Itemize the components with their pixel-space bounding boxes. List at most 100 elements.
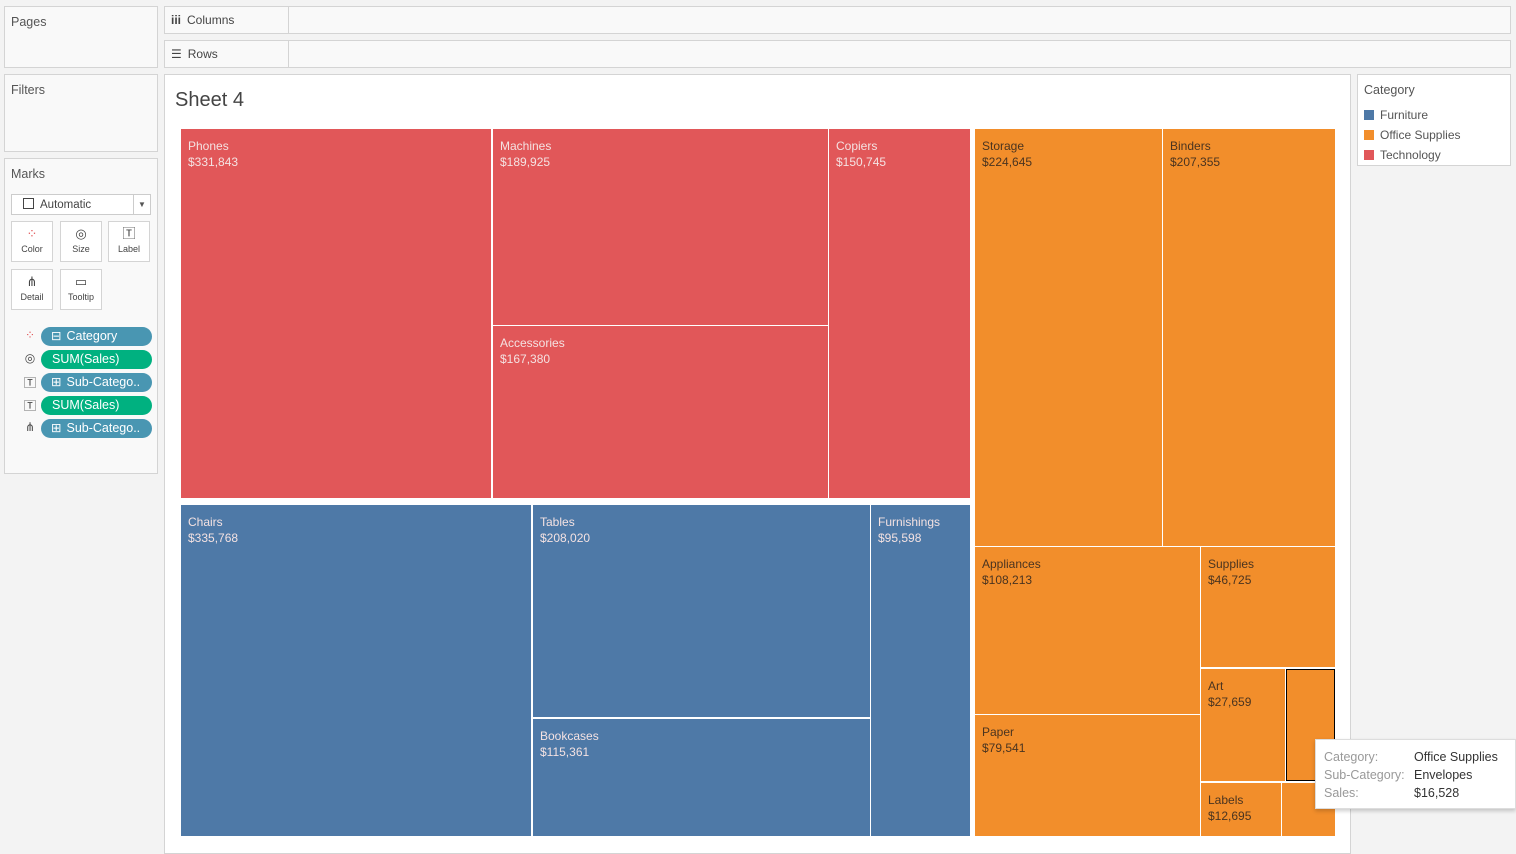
legend-label: Furniture <box>1380 108 1429 122</box>
tile-value: $335,768 <box>188 531 239 545</box>
filters-card[interactable]: Filters <box>4 74 158 152</box>
tooltip-label: Tooltip <box>67 292 94 302</box>
tooltip-value: Office Supplies <box>1414 750 1498 764</box>
pages-title: Pages <box>11 15 47 29</box>
pill-label: Sub-Catego.. <box>66 421 141 435</box>
tile-name: Machines <box>500 139 552 153</box>
treemap-tile[interactable]: Appliances $108,213 <box>975 547 1200 714</box>
tooltip-row: Category: Office Supplies <box>1324 748 1515 766</box>
tile-value: $12,695 <box>1208 809 1252 823</box>
tile-value: $207,355 <box>1170 155 1221 169</box>
legend-item[interactable]: Technology <box>1364 145 1441 165</box>
treemap-tile[interactable]: Bookcases $115,361 <box>533 719 870 836</box>
tile-name: Binders <box>1170 139 1211 153</box>
legend-item[interactable]: Furniture <box>1364 105 1428 125</box>
treemap-tile[interactable]: Accessories $167,380 <box>493 326 828 498</box>
tooltip-icon: ▭ <box>74 274 88 289</box>
tile-value: $189,925 <box>500 155 551 169</box>
treemap-tile[interactable]: Copiers $150,745 <box>829 129 970 498</box>
tile-value: $167,380 <box>500 352 551 366</box>
legend-swatch <box>1364 130 1374 140</box>
treemap-tile[interactable]: Labels $12,695 <box>1201 783 1281 836</box>
tile-value: $79,541 <box>982 741 1026 755</box>
columns-shelf[interactable]: iii Columns <box>164 6 1511 34</box>
pill-label: SUM(Sales) <box>52 398 120 412</box>
tile-value: $95,598 <box>878 531 922 545</box>
tooltip-key: Sales: <box>1324 786 1359 800</box>
treemap-tile[interactable]: Furnishings $95,598 <box>871 505 970 836</box>
size-button[interactable]: ◎ Size <box>60 221 102 262</box>
square-icon <box>23 198 34 209</box>
size-icon: ◎ <box>24 351 36 365</box>
field-pill[interactable]: ⊞ Sub-Catego.. <box>41 373 152 392</box>
treemap-tile[interactable]: Phones $331,843 <box>181 129 491 498</box>
tile-value: $208,020 <box>540 531 591 545</box>
label-icon: 🅃 <box>23 376 36 390</box>
tooltip: Category: Office Supplies Sub-Category: Env… <box>1315 739 1516 809</box>
detail-button[interactable]: ⋔ Detail <box>11 269 53 310</box>
detail-label: Detail <box>20 292 44 302</box>
tile-value: $27,659 <box>1208 695 1252 709</box>
rows-shelf[interactable]: ☰ Rows <box>164 40 1511 68</box>
legend-swatch <box>1364 150 1374 160</box>
legend-label: Office Supplies <box>1380 128 1461 142</box>
collapse-icon: ⊟ <box>51 329 62 343</box>
tooltip-key: Category: <box>1324 750 1379 764</box>
tile-name: Art <box>1208 679 1224 693</box>
pages-card: Pages <box>4 6 158 68</box>
treemap-tile[interactable]: Binders $207,355 <box>1163 129 1335 546</box>
tile-value: $150,745 <box>836 155 887 169</box>
treemap-tile[interactable]: Supplies $46,725 <box>1201 547 1335 667</box>
tile-name: Supplies <box>1208 557 1255 571</box>
tile-name: Labels <box>1208 793 1244 807</box>
label-button[interactable]: 🅃 Label <box>108 221 150 262</box>
color-legend: Category Furniture Office Supplies Technol… <box>1357 74 1511 166</box>
field-pill[interactable]: SUM(Sales) <box>41 350 152 369</box>
treemap-tile[interactable]: Tables $208,020 <box>533 505 870 717</box>
tile-name: Tables <box>540 515 575 529</box>
tile-name: Furnishings <box>878 515 941 529</box>
pill-label: Sub-Catego.. <box>66 375 141 389</box>
color-button[interactable]: ⁘ Color <box>11 221 53 262</box>
color-icon: ⁘ <box>24 328 36 342</box>
tile-name: Chairs <box>188 515 223 529</box>
size-label: Size <box>72 244 90 254</box>
mark-type-value: Automatic <box>40 199 92 211</box>
legend-item[interactable]: Office Supplies <box>1364 125 1461 145</box>
treemap-tile[interactable]: Machines $189,925 <box>493 129 828 325</box>
marks-title: Marks <box>11 167 46 181</box>
tile-name: Storage <box>982 139 1025 153</box>
chevron-down-icon: ▼ <box>133 195 150 214</box>
detail-icon: ⋔ <box>24 420 36 434</box>
size-icon: ◎ <box>75 226 87 241</box>
label-label: Label <box>117 244 141 254</box>
pill-label: SUM(Sales) <box>52 352 120 366</box>
filters-title: Filters <box>11 83 46 97</box>
tooltip-value: Envelopes <box>1414 768 1473 782</box>
tile-name: Phones <box>188 139 229 153</box>
columns-icon: iii <box>171 13 182 27</box>
tooltip-row: Sub-Category: Envelopes <box>1324 766 1515 784</box>
pill-label: Category <box>66 329 118 343</box>
treemap-tile[interactable]: Chairs $335,768 <box>181 505 531 836</box>
treemap-tile[interactable]: Art $27,659 <box>1201 669 1285 781</box>
legend-title: Category <box>1364 83 1415 97</box>
tile-name: Bookcases <box>540 729 599 743</box>
treemap-tile[interactable]: Storage $224,645 <box>975 129 1162 546</box>
legend-swatch <box>1364 110 1374 120</box>
marks-card: Marks Automatic ▼ ⁘ Color ◎ Size 🅃 Label ⋔ D… <box>4 158 158 474</box>
field-pill[interactable]: ⊟ Category <box>41 327 152 346</box>
tile-value: $331,843 <box>188 155 239 169</box>
treemap-tile[interactable]: Paper $79,541 <box>975 715 1200 836</box>
tile-value: $224,645 <box>982 155 1033 169</box>
tile-name: Appliances <box>982 557 1041 571</box>
sheet-title: Sheet 4 <box>175 89 244 111</box>
tooltip-value: $16,528 <box>1414 786 1460 800</box>
field-pill[interactable]: SUM(Sales) <box>41 396 152 415</box>
tile-value: $46,725 <box>1208 573 1252 587</box>
tooltip-key: Sub-Category: <box>1324 768 1405 782</box>
tile-name: Paper <box>982 725 1015 739</box>
mark-type-dropdown[interactable]: Automatic ▼ <box>11 194 151 215</box>
field-pill[interactable]: ⊞ Sub-Catego.. <box>41 419 152 438</box>
tooltip-button[interactable]: ▭ Tooltip <box>60 269 102 310</box>
